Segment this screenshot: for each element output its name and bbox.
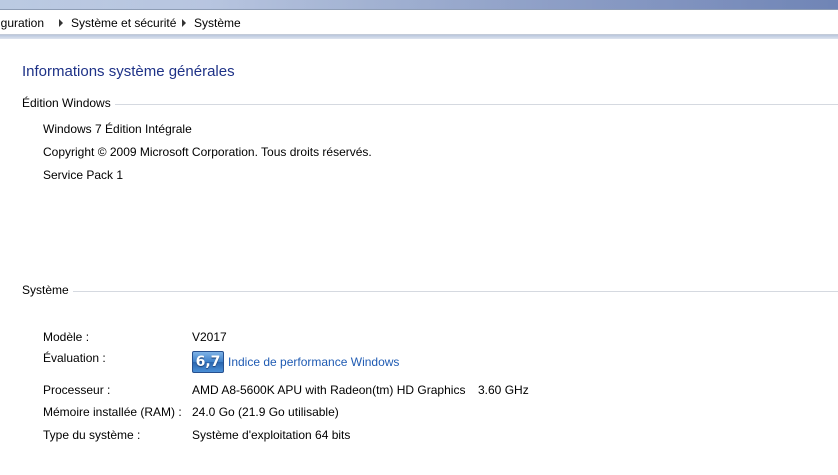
rating-label: Évaluation : — [43, 351, 106, 365]
windows-version: Windows 7 Édition Intégrale — [43, 122, 192, 136]
breadcrumb-item-system-security[interactable]: Système et sécurité — [71, 15, 176, 31]
breadcrumb-separator-icon[interactable] — [59, 19, 63, 27]
address-bar-bottom-border — [0, 35, 838, 39]
system-type-value: Système d'exploitation 64 bits — [192, 428, 351, 442]
processor-label: Processeur : — [43, 383, 111, 397]
section-divider — [22, 104, 838, 105]
processor-value: AMD A8-5600K APU with Radeon(tm) HD Grap… — [192, 383, 466, 397]
section-heading-windows-edition: Édition Windows — [22, 96, 115, 110]
breadcrumb-item-configuration[interactable]: iguration — [0, 15, 44, 31]
memory-value: 24.0 Go (21.9 Go utilisable) — [192, 405, 339, 419]
processor-speed: 3.60 GHz — [478, 383, 529, 397]
address-bar[interactable]: iguration Système et sécurité Système — [0, 9, 838, 35]
section-heading-system: Système — [22, 283, 73, 297]
section-divider — [22, 291, 838, 292]
breadcrumb-separator-icon[interactable] — [182, 19, 186, 27]
service-pack: Service Pack 1 — [43, 168, 124, 182]
system-type-label: Type du système : — [43, 428, 141, 442]
model-label: Modèle : — [43, 330, 90, 344]
copyright-text: Copyright © 2009 Microsoft Corporation. … — [43, 145, 372, 159]
performance-score-badge[interactable]: 6,7 — [192, 351, 224, 373]
model-value: V2017 — [192, 330, 227, 344]
memory-label: Mémoire installée (RAM) : — [43, 405, 182, 419]
performance-index-link[interactable]: Indice de performance Windows — [228, 355, 399, 369]
page-title: Informations système générales — [22, 63, 235, 80]
breadcrumb-item-system[interactable]: Système — [194, 15, 241, 31]
